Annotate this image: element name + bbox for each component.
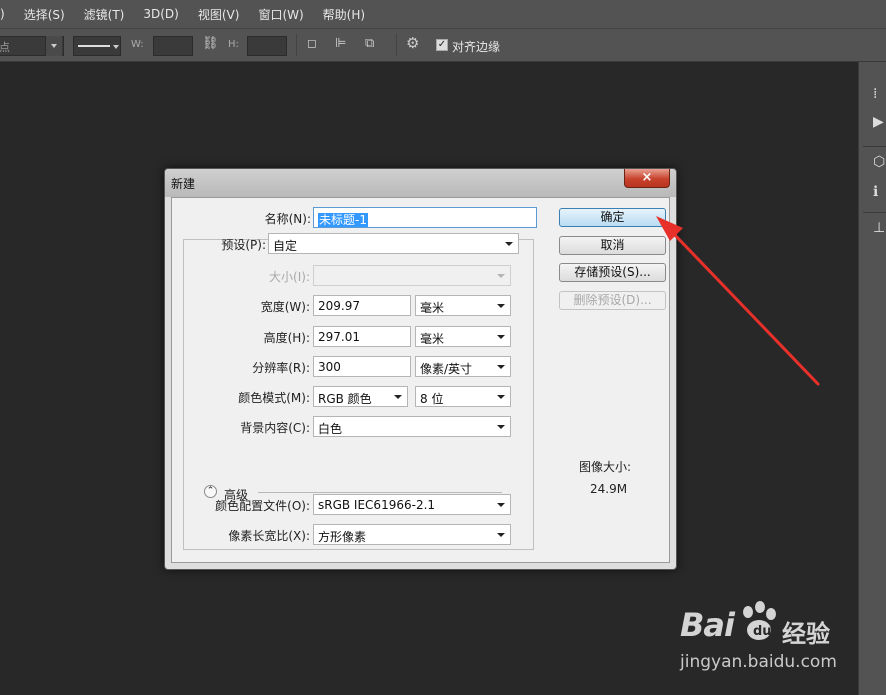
baidu-jingyan-watermark: Bai du 经验 jingyan.baidu.com <box>676 600 846 680</box>
watermark-url: jingyan.baidu.com <box>680 652 837 672</box>
annotation-arrow <box>656 216 820 386</box>
svg-text:du: du <box>753 624 772 639</box>
watermark-brand-cn: 经验 <box>782 620 830 648</box>
paw-icon: du <box>743 601 776 640</box>
watermark-brand: Bai <box>680 606 735 644</box>
arrow-shaft <box>670 230 820 386</box>
